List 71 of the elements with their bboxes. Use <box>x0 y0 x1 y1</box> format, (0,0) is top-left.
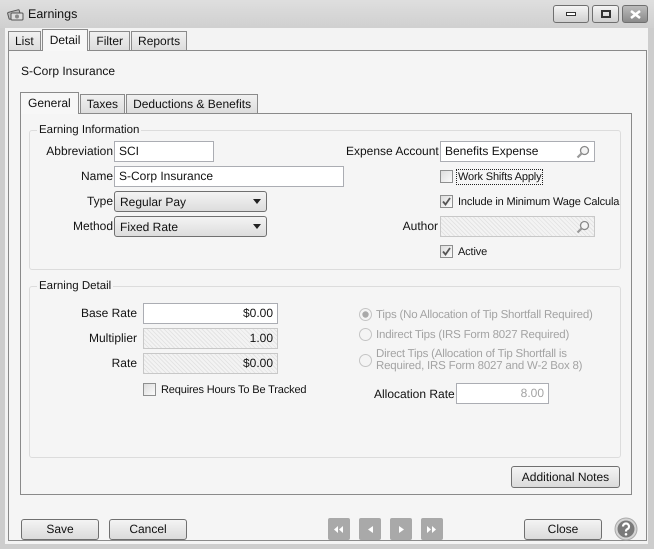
field-value: Benefits Expense <box>445 143 538 160</box>
lookup-field[interactable] <box>440 216 595 237</box>
cancel-button[interactable]: Cancel <box>109 518 187 540</box>
field-label: Expense Account <box>346 143 438 160</box>
radio-dot-icon <box>362 311 369 318</box>
close-icon <box>630 10 640 18</box>
maximize-icon <box>600 10 610 18</box>
caret-icon <box>253 224 261 229</box>
radio-label: Indirect Tips (IRS Form 8027 Required) <box>376 328 570 340</box>
group-title: Earning Detail <box>37 279 114 293</box>
tab[interactable]: Taxes <box>80 94 126 113</box>
number-field[interactable]: $0.00 <box>143 303 278 324</box>
field-label: Method <box>72 218 113 235</box>
tab[interactable]: General <box>20 92 79 114</box>
checkbox-label: Work Shifts Apply <box>456 168 544 184</box>
minimize-button[interactable] <box>553 5 589 23</box>
check-icon <box>442 197 451 206</box>
window-title: Earnings <box>28 6 78 23</box>
checkbox[interactable] <box>143 383 156 396</box>
dropdown[interactable]: Regular Pay <box>114 191 267 212</box>
tab[interactable]: Deductions & Benefits <box>126 94 258 113</box>
first-record-button[interactable] <box>328 518 350 540</box>
search-icon <box>576 144 590 158</box>
group-title: Earning Information <box>37 123 142 137</box>
double-right-arrow-icon <box>427 526 437 532</box>
field-label: Abbreviation <box>45 143 113 160</box>
left-arrow-icon <box>368 526 372 532</box>
search-icon <box>576 220 590 234</box>
tab[interactable]: List <box>8 31 41 50</box>
radio-label: Tips (No Allocation of Tip Shortfall Required) <box>376 308 593 320</box>
checkbox-label: Active <box>457 244 488 260</box>
checkbox[interactable] <box>440 170 453 183</box>
checkbox-label: Include in Minimum Wage Calcula <box>457 194 620 210</box>
dropdown-value: Regular Pay <box>120 194 186 210</box>
right-arrow-icon <box>398 526 404 532</box>
checkbox[interactable] <box>440 245 453 258</box>
close-button[interactable] <box>622 5 648 23</box>
maximize-button[interactable] <box>592 5 619 23</box>
close-window-button[interactable]: Close <box>524 518 602 540</box>
check-icon <box>442 247 451 256</box>
field-label: Type <box>86 193 113 210</box>
caret-icon <box>253 199 261 204</box>
checkbox-label: Requires Hours To Be Tracked <box>160 382 308 398</box>
tab[interactable]: Reports <box>131 31 188 50</box>
money-icon <box>7 8 24 20</box>
additional-notes-button[interactable]: Additional Notes <box>511 466 620 488</box>
previous-record-button[interactable] <box>359 518 381 540</box>
minimize-icon <box>566 12 576 16</box>
dropdown-value: Fixed Rate <box>120 218 178 236</box>
lookup-field[interactable]: Benefits Expense <box>440 141 595 162</box>
text-field[interactable]: S-Corp Insurance <box>114 166 344 187</box>
tab[interactable]: Filter <box>89 31 130 50</box>
field-label: Multiplier <box>88 330 137 347</box>
save-button[interactable]: Save <box>21 518 99 540</box>
field-label: Base Rate <box>80 305 137 322</box>
record-title: S-Corp Insurance <box>21 63 116 80</box>
checkbox[interactable] <box>440 195 453 208</box>
last-record-button[interactable] <box>421 518 443 540</box>
field-label: Name <box>80 168 113 185</box>
dropdown[interactable]: Fixed Rate <box>114 216 267 237</box>
next-record-button[interactable] <box>390 518 412 540</box>
field-label: Author <box>402 218 438 235</box>
double-left-arrow-icon <box>334 526 344 532</box>
radio-label: Direct Tips (Allocation of Tip Shortfall is Required, IRS Form 8027 and W-2 Box 8) <box>376 348 584 372</box>
help-icon[interactable] <box>614 517 638 541</box>
number-field[interactable]: $0.00 <box>143 353 278 374</box>
field-label: Rate <box>110 355 137 372</box>
tab[interactable]: Detail <box>42 29 88 51</box>
field-label: Allocation Rate <box>374 386 456 402</box>
text-field[interactable]: SCI <box>114 141 214 162</box>
number-field[interactable]: 1.00 <box>143 328 278 349</box>
